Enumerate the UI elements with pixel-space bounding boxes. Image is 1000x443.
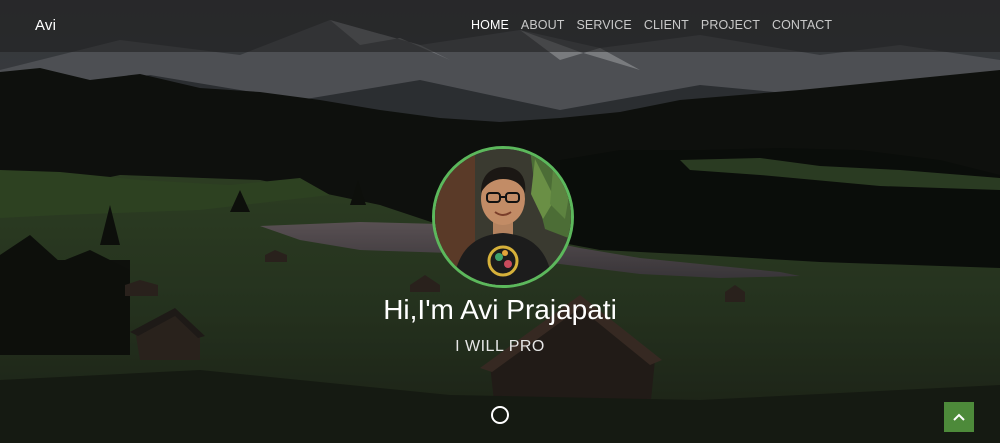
nav-item-client[interactable]: CLIENT bbox=[638, 18, 695, 32]
main-nav-menu: HOME ABOUT SERVICE CLIENT PROJECT CONTAC… bbox=[465, 18, 838, 32]
scroll-down-circle-icon[interactable] bbox=[491, 406, 509, 424]
nav-item-project[interactable]: PROJECT bbox=[695, 18, 766, 32]
profile-photo-illustration bbox=[435, 149, 571, 285]
profile-avatar bbox=[432, 146, 574, 288]
hero-subtitle: I WILL PRO bbox=[455, 338, 545, 355]
back-to-top-button[interactable] bbox=[944, 402, 974, 432]
nav-item-home[interactable]: HOME bbox=[465, 18, 515, 32]
chevron-up-icon bbox=[953, 413, 965, 421]
nav-item-service[interactable]: SERVICE bbox=[570, 18, 637, 32]
top-navbar: Avi HOME ABOUT SERVICE CLIENT PROJECT CO… bbox=[0, 0, 1000, 52]
nav-item-contact[interactable]: CONTACT bbox=[766, 18, 838, 32]
hero-section: Avi HOME ABOUT SERVICE CLIENT PROJECT CO… bbox=[0, 0, 1000, 443]
brand-logo-link[interactable]: Avi bbox=[35, 17, 56, 34]
hero-title: Hi,I'm Avi Prajapati bbox=[383, 294, 617, 325]
nav-item-about[interactable]: ABOUT bbox=[515, 18, 571, 32]
